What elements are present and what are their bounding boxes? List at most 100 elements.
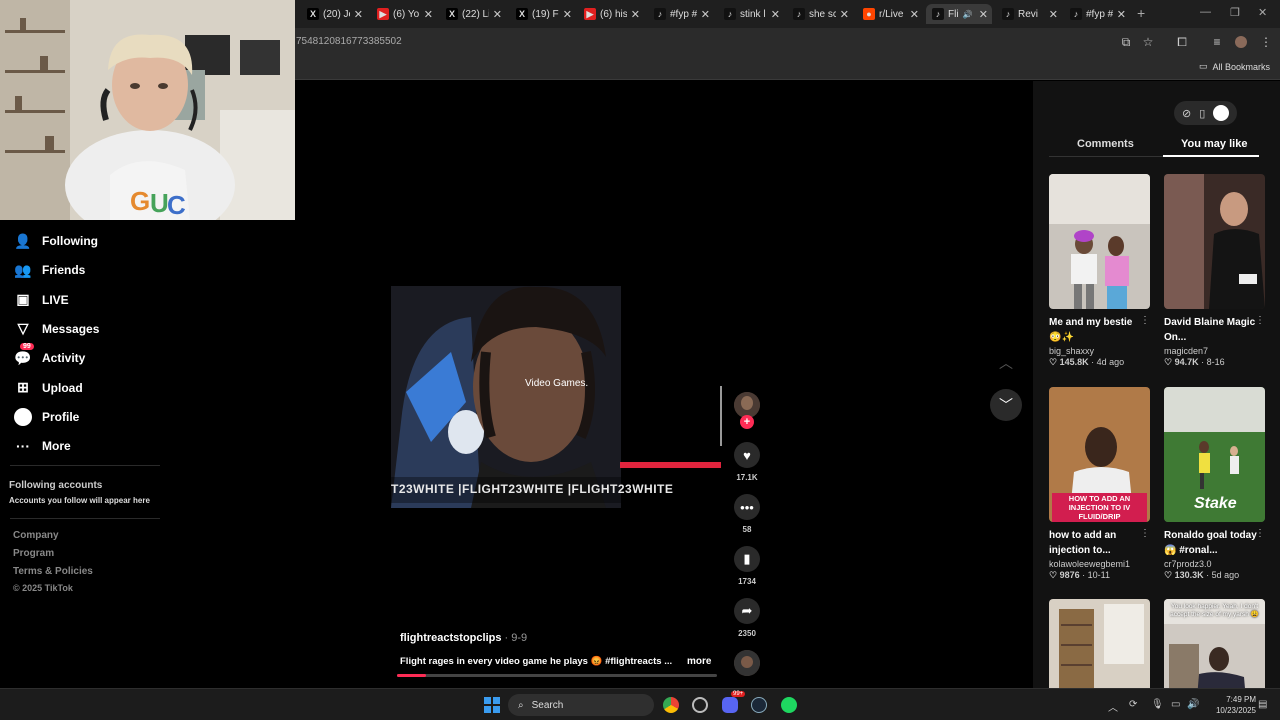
browser-tab[interactable]: ♪ #fyp # ✕: [1064, 4, 1130, 24]
minimize-icon[interactable]: —: [1200, 6, 1211, 18]
tab-comments[interactable]: Comments: [1077, 138, 1134, 150]
microphone-icon[interactable]: 🎙: [1151, 699, 1164, 710]
volume-icon[interactable]: 🔊: [1187, 699, 1199, 710]
more-options-icon[interactable]: ⋮: [1140, 315, 1150, 326]
sidebar-item-following[interactable]: 👤 Following: [14, 232, 98, 250]
close-tab-icon[interactable]: ✕: [910, 8, 919, 21]
notifications-icon[interactable]: ▤: [1258, 699, 1267, 710]
card-thumbnail[interactable]: Stake: [1164, 387, 1265, 522]
browser-tab[interactable]: ♪ #fyp # ✕: [648, 4, 714, 24]
media-control-icon[interactable]: ≡: [1209, 34, 1225, 50]
windows-start-icon[interactable]: [484, 697, 500, 713]
sync-icon[interactable]: ⟳: [1129, 699, 1137, 710]
chrome-icon[interactable]: [663, 697, 679, 713]
sidebar-item-profile[interactable]: Profile: [14, 407, 79, 426]
follow-plus-button[interactable]: +: [740, 415, 754, 429]
more-options-icon[interactable]: ⋮: [1140, 528, 1150, 539]
browser-tab[interactable]: ♪ she sc ✕: [787, 4, 853, 24]
card-title[interactable]: how to add an injection to...: [1049, 528, 1150, 558]
device-icon[interactable]: ▯: [1199, 107, 1205, 120]
close-tab-icon[interactable]: ✕: [493, 8, 502, 21]
spotify-icon[interactable]: [781, 697, 797, 713]
close-window-icon[interactable]: ✕: [1258, 6, 1267, 19]
music-disc-icon[interactable]: [734, 650, 760, 676]
card-username[interactable]: magicden7: [1164, 346, 1265, 356]
browser-tab[interactable]: ▶ (6) Yo ✕: [371, 4, 437, 24]
card-username[interactable]: kolawoleewegbemi1: [1049, 559, 1150, 569]
tab-you-may-like[interactable]: You may like: [1181, 138, 1247, 150]
card-title[interactable]: Ronaldo goal today 😱 #ronal...: [1164, 528, 1265, 558]
comment-icon[interactable]: •••: [734, 494, 760, 520]
footer-company-link[interactable]: Company: [13, 530, 59, 541]
previous-video-icon[interactable]: ︿: [990, 347, 1022, 379]
autoscroll-icon[interactable]: ⊘: [1182, 107, 1191, 120]
footer-terms-link[interactable]: Terms & Policies: [13, 566, 93, 577]
recommended-card[interactable]: [1049, 599, 1150, 688]
close-tab-icon[interactable]: ✕: [1117, 8, 1126, 21]
profile-avatar-icon[interactable]: [1233, 34, 1249, 50]
card-thumbnail[interactable]: [1164, 174, 1265, 309]
more-button[interactable]: more: [687, 656, 711, 667]
cast-icon[interactable]: ⧉: [1118, 34, 1134, 50]
bookmark-star-icon[interactable]: ☆: [1140, 34, 1156, 50]
sidebar-item-activity[interactable]: 💬 99 Activity: [14, 343, 85, 367]
close-tab-icon[interactable]: ✕: [979, 8, 988, 21]
close-tab-icon[interactable]: ✕: [563, 8, 572, 21]
audio-playing-icon[interactable]: 🔊: [963, 10, 973, 19]
close-tab-icon[interactable]: ✕: [631, 8, 640, 21]
close-tab-icon[interactable]: ✕: [424, 8, 433, 21]
card-username[interactable]: cr7prodz3.0: [1164, 559, 1265, 569]
extensions-icon[interactable]: ⧠: [1174, 34, 1190, 50]
recommended-card[interactable]: David Blaine Magic On... ⋮ magicden7 ♡ 9…: [1164, 174, 1265, 368]
author-name[interactable]: flightreactstopclips: [400, 632, 501, 644]
browser-tab[interactable]: X (22) Li ✕: [440, 4, 506, 24]
card-title[interactable]: David Blaine Magic On...: [1164, 315, 1265, 345]
browser-tab[interactable]: ▶ (6) his ✕: [578, 4, 644, 24]
sidebar-item-upload[interactable]: ⊞ Upload: [14, 379, 83, 397]
heart-icon[interactable]: ♥: [734, 442, 760, 468]
url-field[interactable]: 7548120816773385502: [296, 36, 402, 47]
video-author[interactable]: flightreactstopclips · 9-9: [400, 632, 527, 644]
card-thumbnail[interactable]: HOW TO ADD AN INJECTION TO IV FLUID/DRIP: [1049, 387, 1150, 522]
browser-tab[interactable]: ● r/Live ✕: [857, 4, 923, 24]
close-tab-icon[interactable]: ✕: [701, 8, 710, 21]
browser-tab[interactable]: ♪ Revi ✕: [996, 4, 1062, 24]
next-video-icon[interactable]: ﹀: [990, 389, 1022, 421]
card-thumbnail[interactable]: [1049, 174, 1150, 309]
taskbar-search[interactable]: ⌕ Search: [508, 694, 654, 716]
network-icon[interactable]: ▭: [1171, 699, 1180, 710]
more-options-icon[interactable]: ⋮: [1255, 528, 1265, 539]
obs-icon[interactable]: [692, 697, 708, 713]
more-options-icon[interactable]: ⋮: [1255, 315, 1265, 326]
close-tab-icon[interactable]: ✕: [840, 8, 849, 21]
sidebar-item-friends[interactable]: 👥 Friends: [14, 261, 85, 279]
card-title[interactable]: Me and my bestie 😳✨: [1049, 315, 1150, 345]
discord-icon[interactable]: 99+: [722, 691, 746, 713]
tray-overflow-icon[interactable]: ︿: [1108, 699, 1118, 714]
browser-menu-icon[interactable]: ⋮: [1258, 34, 1274, 50]
footer-program-link[interactable]: Program: [13, 548, 54, 559]
sidebar-item-live[interactable]: ▣ LIVE: [14, 291, 68, 309]
recommended-card[interactable]: You look happier. Yeah, I don't accept t…: [1164, 599, 1265, 688]
steam-icon[interactable]: [751, 697, 767, 713]
all-bookmarks-button[interactable]: ▭ All Bookmarks: [1199, 61, 1270, 72]
close-tab-icon[interactable]: ✕: [1049, 8, 1058, 21]
new-tab-button[interactable]: +: [1137, 5, 1145, 21]
card-username[interactable]: big_shaxxy: [1049, 346, 1150, 356]
close-tab-icon[interactable]: ✕: [354, 8, 363, 21]
system-clock[interactable]: 7:49 PM 10/23/2025: [1216, 694, 1256, 716]
browser-tab[interactable]: ♪ Fli 🔊 ✕: [926, 4, 992, 24]
theme-toggle[interactable]: [1213, 105, 1230, 121]
restore-icon[interactable]: ❐: [1230, 6, 1240, 19]
bookmark-icon[interactable]: ▮: [734, 546, 760, 572]
sidebar-item-more[interactable]: ··· More: [14, 437, 71, 455]
card-thumbnail[interactable]: You look happier. Yeah, I don't accept t…: [1164, 599, 1265, 688]
video-progress-bar[interactable]: [397, 674, 717, 677]
browser-tab[interactable]: X (19) Fr ✕: [510, 4, 576, 24]
recommended-card[interactable]: Stake Ronaldo goal today 😱 #ronal... ⋮ c…: [1164, 387, 1265, 581]
close-tab-icon[interactable]: ✕: [771, 8, 780, 21]
sidebar-item-messages[interactable]: ▽ Messages: [14, 320, 100, 338]
browser-tab[interactable]: ♪ stink l ✕: [718, 4, 784, 24]
recommended-card[interactable]: HOW TO ADD AN INJECTION TO IV FLUID/DRIP…: [1049, 387, 1150, 581]
share-icon[interactable]: ➦: [734, 598, 760, 624]
